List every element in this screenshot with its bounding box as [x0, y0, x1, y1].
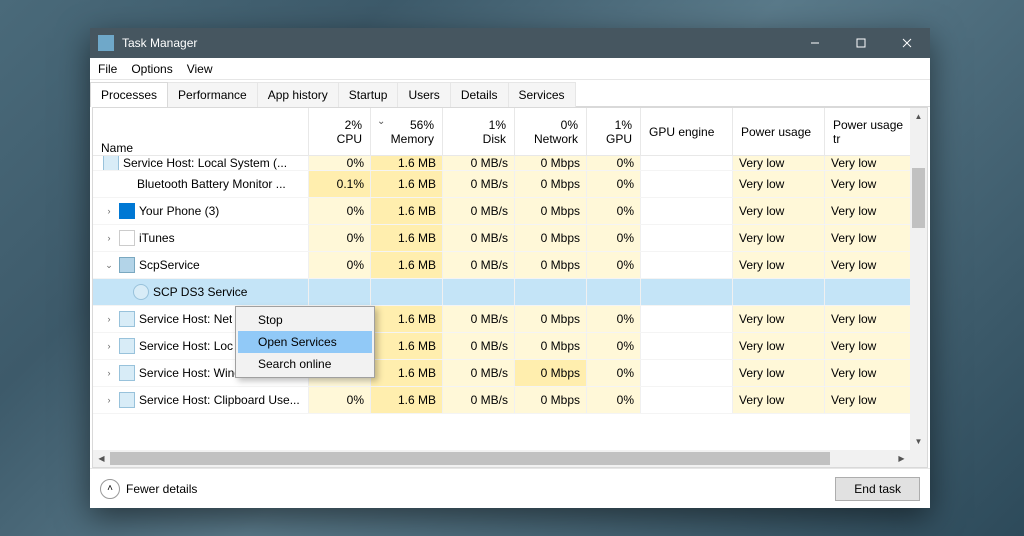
col-power-usage[interactable]: Power usage [733, 108, 825, 155]
tab-users[interactable]: Users [398, 82, 450, 107]
col-memory[interactable]: ⌄ 56% Memory [371, 108, 443, 155]
context-open-services[interactable]: Open Services [238, 331, 372, 353]
expander-icon[interactable]: › [103, 340, 115, 352]
table-row[interactable]: ›Your Phone (3)0%1.6 MB0 MB/s0 Mbps0%Ver… [93, 198, 927, 225]
vertical-scrollbar[interactable]: ▲ ▼ [910, 108, 927, 450]
tab-app-history[interactable]: App history [258, 82, 339, 107]
expander-icon[interactable]: › [103, 313, 115, 325]
tab-strip: Processes Performance App history Startu… [90, 80, 930, 107]
task-manager-window: Task Manager File Options View Processes… [90, 28, 930, 508]
process-name: Service Host: Net [139, 312, 232, 326]
app-icon [98, 35, 114, 51]
process-icon [119, 203, 135, 219]
expander-icon[interactable]: ⌄ [103, 259, 115, 271]
process-name: Bluetooth Battery Monitor ... [137, 177, 286, 191]
fewer-details-button[interactable]: ˄ Fewer details [100, 479, 197, 499]
scroll-thumb-h[interactable] [110, 452, 830, 465]
table-row[interactable]: ⌄ScpService0%1.6 MB0 MB/s0 Mbps0%Very lo… [93, 252, 927, 279]
rows-container[interactable]: Service Host: Local System (...0%1.6 MB0… [93, 156, 927, 467]
menu-view[interactable]: View [187, 62, 213, 76]
expander-icon[interactable]: › [103, 232, 115, 244]
table-row[interactable]: Bluetooth Battery Monitor ...0.1%1.6 MB0… [93, 171, 927, 198]
close-button[interactable] [884, 28, 930, 58]
table-row[interactable]: SCP DS3 Service [93, 279, 927, 306]
menu-options[interactable]: Options [131, 62, 172, 76]
tab-performance[interactable]: Performance [168, 82, 258, 107]
horizontal-scrollbar[interactable]: ◀ ▶ [93, 450, 910, 467]
col-power-usage-trend[interactable]: Power usage tr [825, 108, 917, 155]
column-headers: Name 2% CPU ⌄ 56% Memory 1% Disk 0% Netw… [93, 108, 927, 156]
process-icon [133, 284, 149, 300]
process-list: Name 2% CPU ⌄ 56% Memory 1% Disk 0% Netw… [92, 107, 928, 468]
col-gpu-engine[interactable]: GPU engine [641, 108, 733, 155]
footer: ˄ Fewer details End task [90, 468, 930, 508]
context-search-online[interactable]: Search online [238, 353, 372, 375]
chevron-up-icon: ˄ [100, 479, 120, 499]
process-icon [103, 156, 119, 170]
scroll-thumb-v[interactable] [912, 168, 925, 228]
expander-icon[interactable]: › [103, 367, 115, 379]
tab-processes[interactable]: Processes [90, 82, 168, 107]
col-name[interactable]: Name [93, 108, 309, 155]
context-stop[interactable]: Stop [238, 309, 372, 331]
col-gpu[interactable]: 1% GPU [587, 108, 641, 155]
titlebar[interactable]: Task Manager [90, 28, 930, 58]
process-icon [119, 230, 135, 246]
process-name: SCP DS3 Service [153, 285, 247, 299]
process-icon [119, 257, 135, 273]
process-name: Service Host: Local System (... [123, 156, 287, 170]
process-name: iTunes [139, 231, 175, 245]
sort-indicator-icon: ⌄ [377, 116, 385, 127]
table-row[interactable]: ›Service Host: Loc0%1.6 MB0 MB/s0 Mbps0%… [93, 333, 927, 360]
table-row[interactable]: Service Host: Local System (...0%1.6 MB0… [93, 156, 927, 171]
process-icon [119, 311, 135, 327]
process-name: Your Phone (3) [139, 204, 219, 218]
window-title: Task Manager [122, 36, 792, 50]
process-name: ScpService [139, 258, 200, 272]
scroll-left-icon[interactable]: ◀ [93, 450, 110, 467]
scroll-up-icon[interactable]: ▲ [910, 108, 927, 125]
context-menu: Stop Open Services Search online [235, 306, 375, 378]
table-row[interactable]: ›Service Host: Net0%1.6 MB0 MB/s0 Mbps0%… [93, 306, 927, 333]
process-name: Service Host: Clipboard Use... [139, 393, 300, 407]
menu-file[interactable]: File [98, 62, 117, 76]
table-row[interactable]: ›iTunes0%1.6 MB0 MB/s0 Mbps0%Very lowVer… [93, 225, 927, 252]
col-network[interactable]: 0% Network [515, 108, 587, 155]
expander-icon[interactable]: › [103, 205, 115, 217]
scroll-right-icon[interactable]: ▶ [893, 450, 910, 467]
process-icon [119, 338, 135, 354]
scroll-down-icon[interactable]: ▼ [910, 433, 927, 450]
col-disk[interactable]: 1% Disk [443, 108, 515, 155]
end-task-button[interactable]: End task [835, 477, 920, 501]
process-icon [119, 392, 135, 408]
tab-details[interactable]: Details [451, 82, 509, 107]
col-cpu[interactable]: 2% CPU [309, 108, 371, 155]
minimize-button[interactable] [792, 28, 838, 58]
table-row[interactable]: ›Service Host: Clipboard Use...0%1.6 MB0… [93, 387, 927, 414]
process-icon [119, 365, 135, 381]
menubar: File Options View [90, 58, 930, 80]
process-name: Service Host: Loc [139, 339, 233, 353]
tab-startup[interactable]: Startup [339, 82, 399, 107]
expander-icon[interactable]: › [103, 394, 115, 406]
tab-services[interactable]: Services [509, 82, 576, 107]
table-row[interactable]: ›Service Host: Windows Push...0%1.6 MB0 … [93, 360, 927, 387]
maximize-button[interactable] [838, 28, 884, 58]
